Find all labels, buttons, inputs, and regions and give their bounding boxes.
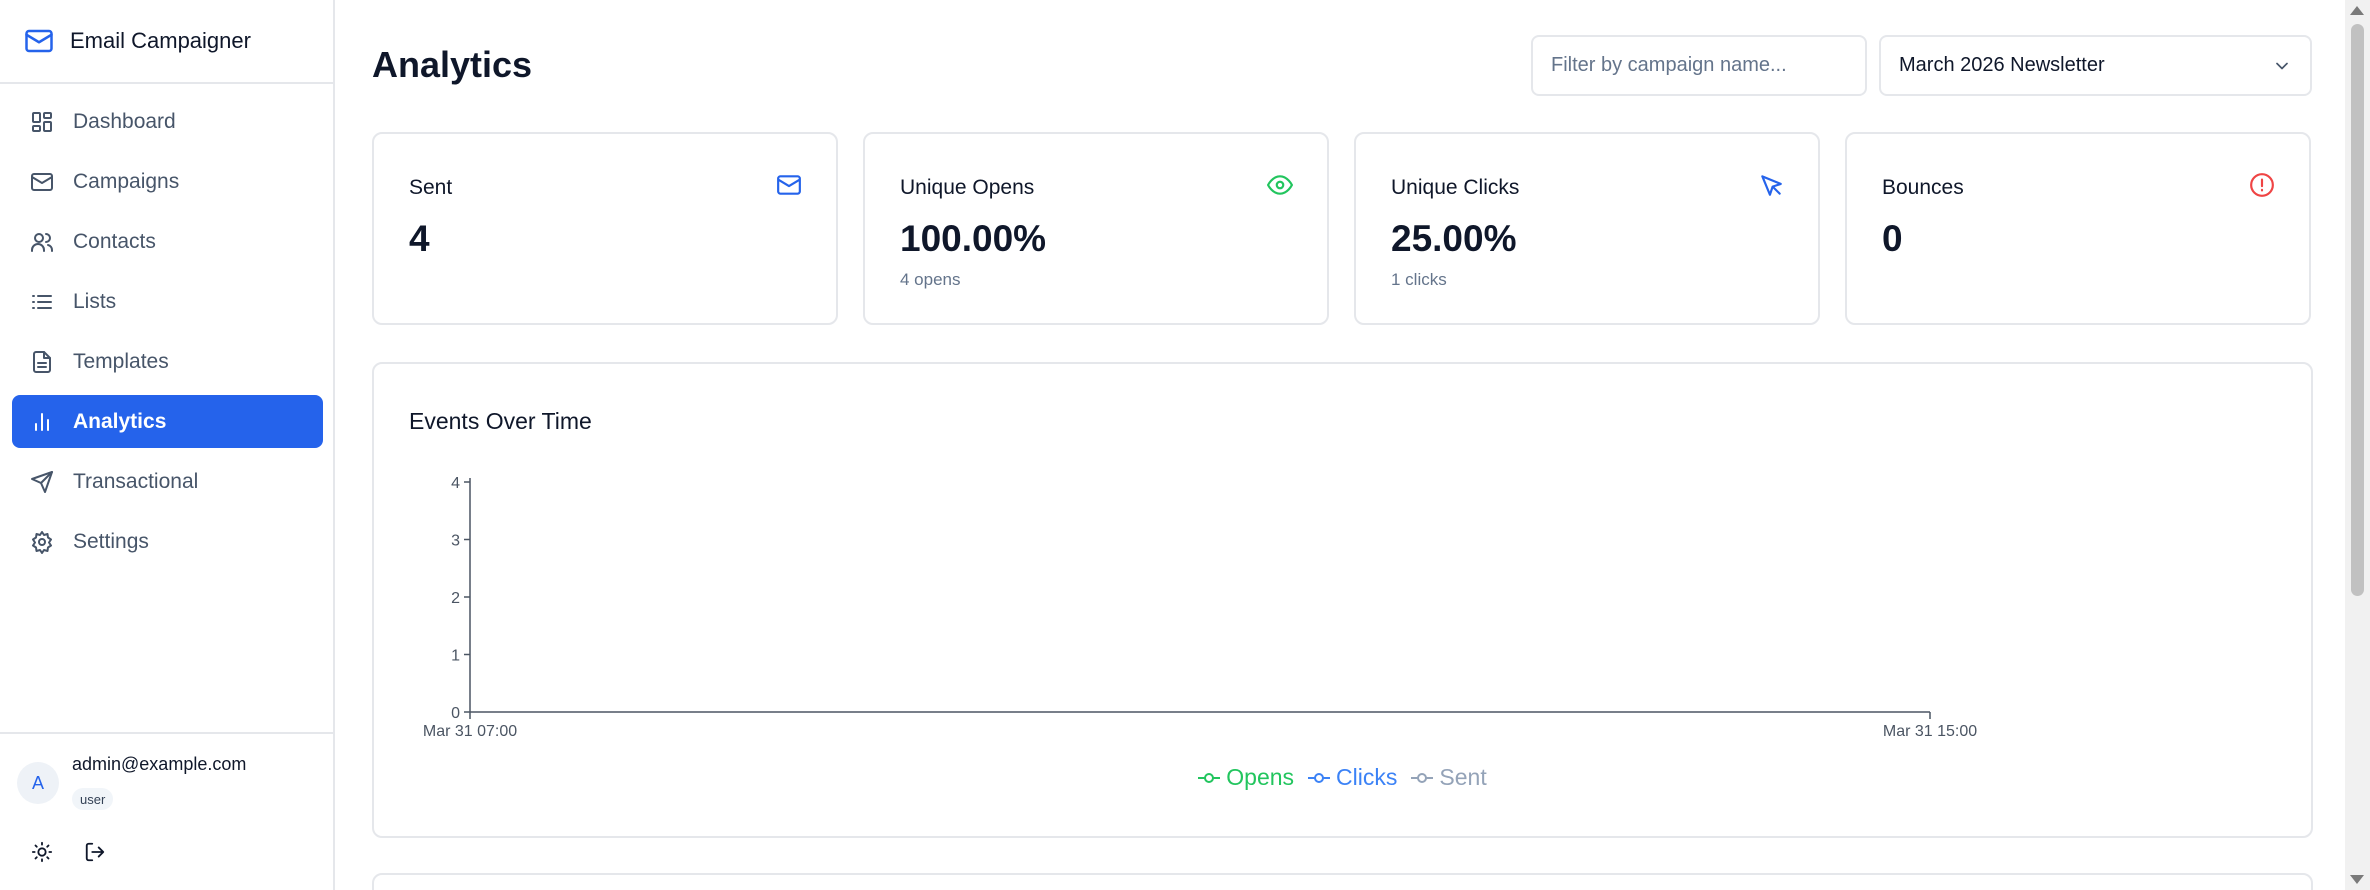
- gear-icon: [32, 530, 52, 554]
- x-tick-label: Mar 31 07:00: [423, 723, 517, 740]
- y-tick-label: 3: [451, 533, 460, 550]
- user-panel: A admin@example.com user: [0, 732, 333, 890]
- legend-label: Sent: [1439, 764, 1487, 790]
- scrollbar-thumb[interactable]: [2351, 24, 2364, 596]
- theme-toggle-button[interactable]: [27, 837, 57, 867]
- y-tick-label: 4: [451, 475, 460, 492]
- events-chart-card: Events Over Time 0 1 2 3 4 Mar 31 07:00 Mar 31…: [372, 362, 2313, 838]
- sidebar-item-campaigns[interactable]: Campaigns: [12, 155, 323, 208]
- chart-legend: Opens Clicks Sent: [374, 764, 2311, 791]
- scroll-down-arrow[interactable]: [2350, 875, 2364, 884]
- sidebar: Email Campaigner Dashboard Campaigns Con…: [0, 0, 335, 890]
- campaign-select[interactable]: March 2026 Newsletter: [1879, 35, 2312, 96]
- stat-card-unique-clicks: Unique Clicks 25.00% 1 clicks: [1354, 132, 1820, 325]
- sidebar-item-label: Templates: [73, 349, 169, 373]
- mail-icon: [777, 175, 801, 195]
- sidebar-item-label: Transactional: [73, 469, 199, 493]
- stat-card-sent: Sent 4: [372, 132, 838, 325]
- role-badge: user: [72, 788, 114, 810]
- sidebar-item-settings[interactable]: Settings: [12, 515, 323, 568]
- campaign-filter-input[interactable]: [1531, 35, 1867, 96]
- legend-marker-clicks: [1308, 772, 1331, 783]
- sidebar-item-contacts[interactable]: Contacts: [12, 215, 323, 268]
- scrollbar[interactable]: [2345, 0, 2370, 890]
- stat-card-unique-opens: Unique Opens 100.00% 4 opens: [863, 132, 1329, 325]
- legend-item-clicks[interactable]: Clicks: [1308, 764, 1397, 791]
- logout-icon: [85, 842, 105, 862]
- sidebar-item-dashboard[interactable]: Dashboard: [12, 95, 323, 148]
- stat-subtext: 4 opens: [900, 270, 961, 289]
- legend-marker-sent: [1411, 772, 1434, 783]
- alert-circle-icon: [2250, 173, 2274, 197]
- send-icon: [31, 470, 53, 493]
- sidebar-item-label: Settings: [73, 529, 149, 553]
- stat-label: Unique Opens: [900, 176, 1035, 199]
- page-title: Analytics: [372, 44, 533, 85]
- sun-icon: [31, 841, 53, 863]
- x-tick-label: Mar 31 15:00: [1883, 723, 1977, 740]
- stat-label: Sent: [409, 176, 453, 199]
- mail-icon: [25, 29, 53, 53]
- legend-item-opens[interactable]: Opens: [1198, 764, 1294, 791]
- legend-marker-opens: [1198, 772, 1221, 783]
- user-email: admin@example.com: [72, 754, 247, 774]
- list-icon: [32, 294, 52, 309]
- stat-value: 25.00%: [1391, 218, 1517, 259]
- cursor-icon: [1761, 175, 1782, 196]
- stat-value: 100.00%: [900, 218, 1047, 259]
- scroll-up-arrow[interactable]: [2350, 6, 2364, 15]
- legend-label: Clicks: [1336, 764, 1398, 790]
- users-icon: [31, 232, 53, 252]
- brand[interactable]: Email Campaigner: [0, 0, 333, 84]
- sidebar-item-templates[interactable]: Templates: [12, 335, 323, 388]
- stat-value: 0: [1882, 218, 1903, 259]
- eye-icon: [1267, 175, 1293, 195]
- campaign-select-value: March 2026 Newsletter: [1899, 54, 2105, 76]
- sidebar-item-label: Contacts: [73, 229, 156, 253]
- stat-label: Bounces: [1882, 176, 1964, 199]
- dashboard-icon: [32, 111, 52, 132]
- logout-button[interactable]: [80, 837, 110, 867]
- sidebar-item-label: Dashboard: [73, 109, 176, 133]
- sidebar-item-lists[interactable]: Lists: [12, 275, 323, 328]
- y-tick-label: 1: [451, 648, 460, 665]
- sidebar-item-label: Campaigns: [73, 169, 180, 193]
- next-section-card: [372, 873, 2313, 890]
- stat-subtext: 1 clicks: [1391, 270, 1447, 289]
- sidebar-nav: Dashboard Campaigns Contacts Lists Templ…: [12, 95, 323, 575]
- sidebar-item-analytics[interactable]: Analytics: [12, 395, 323, 448]
- legend-label: Opens: [1226, 764, 1295, 790]
- app-root: Email Campaigner Dashboard Campaigns Con…: [0, 0, 2370, 890]
- app-title: Email Campaigner: [70, 28, 251, 53]
- y-tick-label: 2: [451, 590, 460, 607]
- sidebar-item-label: Lists: [73, 289, 117, 313]
- mail-icon: [31, 172, 53, 191]
- stat-value: 4: [409, 218, 430, 259]
- bar-chart-icon: [35, 412, 49, 431]
- sidebar-item-label: Analytics: [73, 409, 167, 433]
- avatar: A: [17, 762, 59, 804]
- main-content: Analytics March 2026 Newsletter Sent 4 U…: [335, 0, 2345, 890]
- legend-item-sent[interactable]: Sent: [1411, 764, 1487, 791]
- file-icon: [33, 350, 51, 373]
- stat-card-bounces: Bounces 0: [1845, 132, 2311, 325]
- y-tick-label: 0: [451, 705, 460, 722]
- chevron-down-icon: [2276, 62, 2288, 69]
- stat-label: Unique Clicks: [1391, 176, 1520, 199]
- sidebar-item-transactional[interactable]: Transactional: [12, 455, 323, 508]
